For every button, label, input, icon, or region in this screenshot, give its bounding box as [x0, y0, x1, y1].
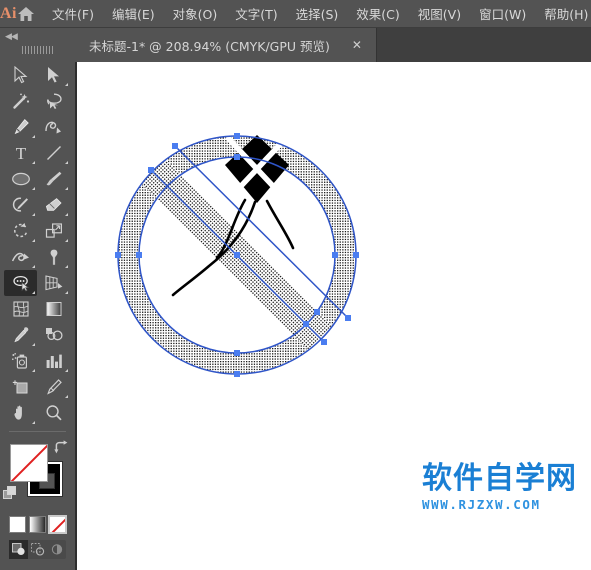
- document-tab[interactable]: 未标题-1* @ 208.94% (CMYK/GPU 预览) ✕: [75, 28, 377, 62]
- pen-tool[interactable]: [4, 114, 37, 140]
- tool-flyout-indicator: [65, 239, 68, 242]
- lasso-tool[interactable]: [37, 88, 70, 114]
- tool-flyout-indicator: [32, 239, 35, 242]
- watermark-chinese: 软件自学网: [422, 461, 577, 496]
- close-icon[interactable]: ✕: [352, 38, 362, 52]
- kite-body: [224, 135, 290, 203]
- illustrator-window: Ai 文件(F) 编辑(E) 对象(O) 文字(T) 选择(S) 效果(C) 视…: [0, 0, 591, 570]
- toolbar-separator: [9, 431, 66, 432]
- fill-none-indicator: [11, 445, 47, 481]
- home-icon[interactable]: [17, 6, 35, 22]
- curvature-tool[interactable]: [37, 114, 70, 140]
- tool-flyout-indicator: [32, 343, 35, 346]
- line-segment-tool[interactable]: [37, 140, 70, 166]
- fill-stroke-controls: [0, 438, 75, 512]
- artboard-tool[interactable]: [4, 374, 37, 400]
- eraser-tool[interactable]: [37, 192, 70, 218]
- watermark-url: WWW.RJZXW.COM: [422, 497, 541, 512]
- fill-swatch[interactable]: [10, 444, 48, 482]
- swap-fill-stroke-icon[interactable]: [54, 440, 69, 460]
- hand-tool[interactable]: [4, 400, 37, 426]
- ai-logo: Ai: [0, 4, 17, 22]
- color-mode-row: [0, 512, 75, 534]
- direct-selection-tool[interactable]: [37, 62, 70, 88]
- scale-tool[interactable]: [37, 218, 70, 244]
- svg-text:T: T: [15, 144, 26, 162]
- menu-help[interactable]: 帮助(H): [535, 0, 591, 27]
- document-tab-label: 未标题-1* @ 208.94% (CMYK/GPU 预览): [89, 38, 330, 54]
- rotate-tool[interactable]: [4, 218, 37, 244]
- width-tool[interactable]: [4, 244, 37, 270]
- tool-flyout-indicator: [65, 265, 68, 268]
- draw-mode-row: [9, 540, 66, 559]
- type-tool[interactable]: T: [4, 140, 37, 166]
- color-mode-white[interactable]: [9, 516, 26, 533]
- tool-flyout-indicator: [32, 291, 35, 294]
- tool-flyout-indicator: [65, 161, 68, 164]
- menu-file[interactable]: 文件(F): [43, 0, 103, 27]
- tool-flyout-indicator: [32, 421, 35, 424]
- symbol-sprayer-tool[interactable]: [4, 348, 37, 374]
- collapse-panel-icon[interactable]: ◀◀: [5, 31, 18, 42]
- tool-flyout-indicator: [65, 213, 68, 216]
- paintbrush-tool[interactable]: [37, 166, 70, 192]
- eyedropper-tool[interactable]: [4, 322, 37, 348]
- draw-behind-mode[interactable]: [28, 540, 47, 559]
- color-mode-none[interactable]: [48, 515, 67, 534]
- shape-builder-tool[interactable]: [4, 270, 37, 296]
- menu-window[interactable]: 窗口(W): [470, 0, 535, 27]
- menu-type[interactable]: 文字(T): [226, 0, 286, 27]
- tool-flyout-indicator: [32, 265, 35, 268]
- menu-effect[interactable]: 效果(C): [347, 0, 408, 27]
- none-slash-icon: [50, 517, 65, 532]
- gradient-tool[interactable]: [37, 296, 70, 322]
- draw-inside-mode[interactable]: [47, 540, 66, 559]
- watermark: 软件自学网 WWW.RJZXW.COM: [422, 461, 577, 513]
- zoom-tool[interactable]: [37, 400, 70, 426]
- menu-edit[interactable]: 编辑(E): [103, 0, 164, 27]
- tool-flyout-indicator: [32, 135, 35, 138]
- tool-flyout-indicator: [32, 187, 35, 190]
- default-fill-stroke-icon[interactable]: [3, 486, 17, 500]
- tool-flyout-indicator: [32, 213, 35, 216]
- perspective-grid-tool[interactable]: [37, 270, 70, 296]
- selection-tool[interactable]: [4, 62, 37, 88]
- color-mode-gradient[interactable]: [29, 516, 46, 533]
- tool-flyout-indicator: [65, 369, 68, 372]
- magic-wand-tool[interactable]: [4, 88, 37, 114]
- tool-flyout-indicator: [32, 161, 35, 164]
- column-graph-tool[interactable]: [37, 348, 70, 374]
- menu-select[interactable]: 选择(S): [287, 0, 348, 27]
- slice-tool[interactable]: [37, 374, 70, 400]
- tool-flyout-indicator: [65, 291, 68, 294]
- shaper-tool[interactable]: [4, 192, 37, 218]
- tools-panel: T: [0, 62, 75, 570]
- blend-tool[interactable]: [37, 322, 70, 348]
- draw-normal-mode[interactable]: [9, 540, 28, 559]
- free-transform-tool[interactable]: [37, 244, 70, 270]
- document-tab-bar: ◀◀ 未标题-1* @ 208.94% (CMYK/GPU 预览) ✕: [0, 28, 591, 62]
- menu-object[interactable]: 对象(O): [164, 0, 227, 27]
- mesh-tool[interactable]: [4, 296, 37, 322]
- tool-grid: T: [0, 62, 75, 426]
- ellipse-tool[interactable]: [4, 166, 37, 192]
- artboard-canvas[interactable]: 软件自学网 WWW.RJZXW.COM: [75, 62, 591, 570]
- menu-bar: Ai 文件(F) 编辑(E) 对象(O) 文字(T) 选择(S) 效果(C) 视…: [0, 0, 591, 28]
- tool-flyout-indicator: [65, 83, 68, 86]
- toolbar-drag-handle[interactable]: [22, 46, 54, 54]
- tool-flyout-indicator: [32, 369, 35, 372]
- tool-flyout-indicator: [65, 187, 68, 190]
- menu-view[interactable]: 视图(V): [409, 0, 470, 27]
- toolbar-header: ◀◀: [0, 28, 75, 62]
- tool-flyout-indicator: [65, 395, 68, 398]
